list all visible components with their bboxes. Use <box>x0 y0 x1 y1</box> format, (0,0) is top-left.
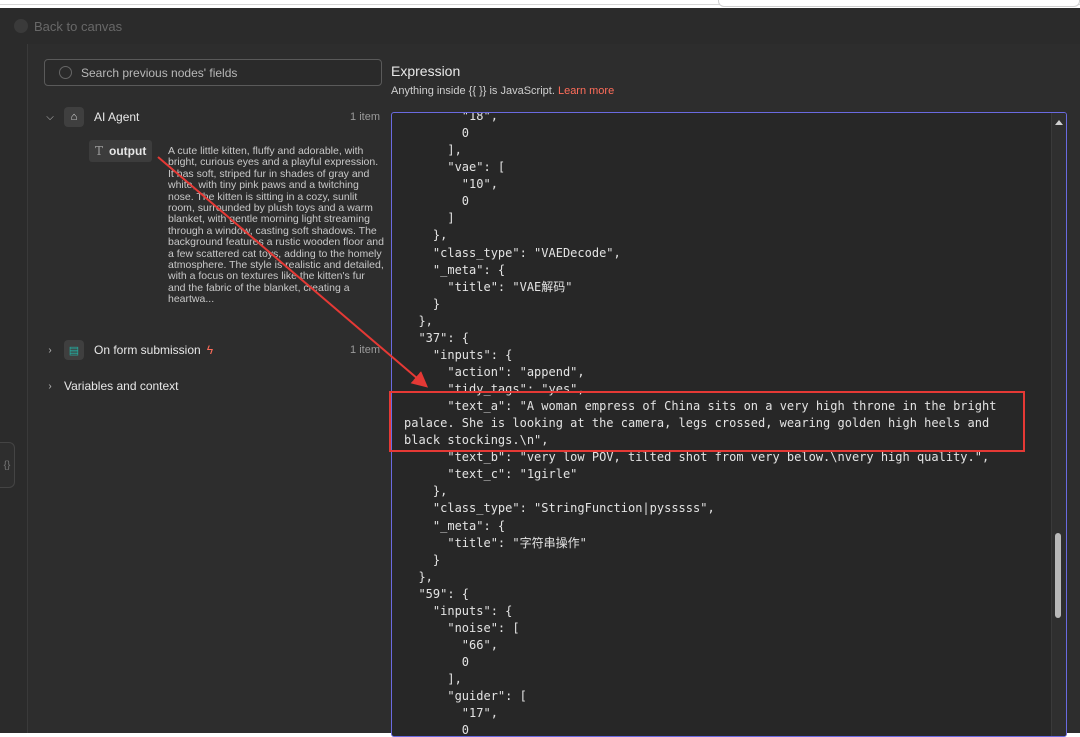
trigger-bolt-icon: ϟ <box>206 343 214 357</box>
expression-subtitle: Anything inside {{ }} is JavaScript. Lea… <box>391 85 614 97</box>
back-to-canvas-link[interactable]: Back to canvas <box>14 16 122 36</box>
output-field-pill[interactable]: T output <box>89 140 153 162</box>
robot-icon: ⌂ <box>64 107 84 127</box>
chevron-right-icon[interactable]: › <box>44 345 56 356</box>
output-field-value: A cute little kitten, fluffy and adorabl… <box>168 145 384 306</box>
node-item-count: 1 item <box>350 111 380 123</box>
expression-code[interactable]: "18", 0 ], "vae": [ "10", 0 ] }, "class_… <box>404 113 1014 736</box>
node-label: AI Agent <box>94 110 140 124</box>
expression-code-editor[interactable]: "18", 0 ], "vae": [ "10", 0 ] }, "class_… <box>391 112 1067 737</box>
variables-and-context[interactable]: › Variables and context <box>44 376 179 396</box>
expression-pane: Expression Anything inside {{ }} is Java… <box>391 44 1080 737</box>
node-item-count: 1 item <box>350 344 380 356</box>
search-input[interactable] <box>81 65 351 80</box>
search-icon <box>59 66 72 79</box>
chevron-right-icon[interactable]: › <box>44 381 56 392</box>
scrollbar-thumb[interactable] <box>1055 533 1061 618</box>
editor-scrollbar[interactable] <box>1051 113 1066 736</box>
search-field[interactable] <box>44 59 382 86</box>
scroll-up-icon[interactable] <box>1055 120 1063 125</box>
top-window-strip <box>0 0 1080 8</box>
node-label: On form submission <box>94 343 201 357</box>
brace-icon: {} <box>3 459 11 471</box>
back-to-canvas-label: Back to canvas <box>34 18 123 34</box>
input-data-pane: ⌵ ⌂ AI Agent 1 item T output A cute litt… <box>28 44 388 733</box>
node-ai-agent[interactable]: ⌵ ⌂ AI Agent 1 item <box>44 107 384 127</box>
text-type-icon: T <box>95 144 104 158</box>
variables-label: Variables and context <box>64 379 179 393</box>
expression-title: Expression <box>391 63 461 79</box>
node-on-form-submission[interactable]: › ▤ On form submission ϟ 1 item <box>44 340 384 360</box>
chevron-down-icon[interactable]: ⌵ <box>44 112 56 123</box>
expression-editor-modal: ⌵ ⌂ AI Agent 1 item T output A cute litt… <box>27 44 1080 737</box>
subtitle-text: Anything inside {{ }} is JavaScript. <box>391 85 555 97</box>
back-icon <box>14 19 28 33</box>
side-panel-handle[interactable]: {} <box>0 442 15 488</box>
field-name: output <box>109 144 147 158</box>
learn-more-link[interactable]: Learn more <box>558 85 614 97</box>
form-icon: ▤ <box>64 340 84 360</box>
